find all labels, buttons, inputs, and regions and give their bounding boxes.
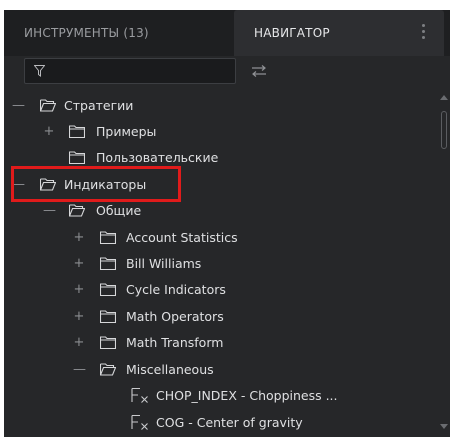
scrollbar-thumb[interactable] xyxy=(441,111,447,149)
expand-icon[interactable]: + xyxy=(43,119,55,145)
collapse-icon[interactable]: — xyxy=(73,357,86,383)
function-icon xyxy=(131,387,148,403)
folder-icon xyxy=(100,310,116,323)
expand-icon[interactable]: + xyxy=(73,251,85,277)
tree-item-label: CHOP_INDEX - Choppiness ... xyxy=(156,388,338,403)
highlight-box xyxy=(11,166,181,202)
folder-open-icon xyxy=(40,99,56,112)
tree-item-miscellaneous[interactable]: — Miscellaneous xyxy=(4,357,424,383)
tree-item-chop-index[interactable]: CHOP_INDEX - Choppiness ... xyxy=(4,383,424,409)
expand-icon[interactable]: + xyxy=(73,330,85,356)
tab-bar: ИНСТРУМЕНТЫ (13) НАВИГАТОР xyxy=(4,10,450,56)
folder-icon xyxy=(69,125,85,138)
tab-navigator[interactable]: НАВИГАТОР xyxy=(234,10,444,56)
navigator-panel: ИНСТРУМЕНТЫ (13) НАВИГАТОР — Стратегии + xyxy=(4,10,450,437)
swap-icon[interactable] xyxy=(251,65,267,77)
tree-item-strategies[interactable]: — Стратегии xyxy=(4,93,424,119)
tree-item-math-transform[interactable]: + Math Transform xyxy=(4,330,424,356)
tree-item-examples[interactable]: + Примеры xyxy=(4,119,424,145)
more-options-icon[interactable] xyxy=(418,22,428,42)
tree-item-label: Miscellaneous xyxy=(126,362,214,377)
expand-icon[interactable]: + xyxy=(73,277,85,303)
tree-item-bill-williams[interactable]: + Bill Williams xyxy=(4,251,424,277)
tree-item-label: COG - Center of gravity xyxy=(156,415,303,430)
function-icon xyxy=(131,414,148,430)
tree-scrollbar[interactable] xyxy=(440,90,448,437)
folder-icon xyxy=(100,231,116,244)
expand-icon[interactable]: + xyxy=(73,225,85,251)
folder-icon xyxy=(100,336,116,349)
folder-icon xyxy=(69,151,85,164)
tree-item-label: Cycle Indicators xyxy=(126,282,226,297)
tree-item-label: Bill Williams xyxy=(126,256,202,271)
scroll-down-icon[interactable] xyxy=(440,424,448,430)
tree-item-cog[interactable]: COG - Center of gravity xyxy=(4,410,424,436)
tree-item-label: Math Operators xyxy=(126,309,224,324)
tree-item-label: Примеры xyxy=(96,124,157,139)
tree-item-label: Math Transform xyxy=(126,335,224,350)
collapse-icon[interactable]: — xyxy=(12,93,25,119)
tree-item-account-statistics[interactable]: + Account Statistics xyxy=(4,225,424,251)
tree-item-math-operators[interactable]: + Math Operators xyxy=(4,304,424,330)
folder-open-icon xyxy=(69,204,85,217)
folder-icon xyxy=(100,283,116,296)
filter-icon xyxy=(34,65,45,77)
scroll-up-icon[interactable] xyxy=(440,94,448,100)
expand-icon[interactable]: + xyxy=(73,304,85,330)
filter-field[interactable] xyxy=(24,58,236,84)
tree-item-label: Account Statistics xyxy=(126,230,238,245)
tab-instruments[interactable]: ИНСТРУМЕНТЫ (13) xyxy=(4,10,232,56)
folder-open-icon xyxy=(100,363,116,376)
folder-icon xyxy=(100,257,116,270)
tree-item-cycle-indicators[interactable]: + Cycle Indicators xyxy=(4,277,424,303)
tree-item-label: Стратегии xyxy=(64,98,134,113)
filter-input[interactable] xyxy=(51,61,235,83)
